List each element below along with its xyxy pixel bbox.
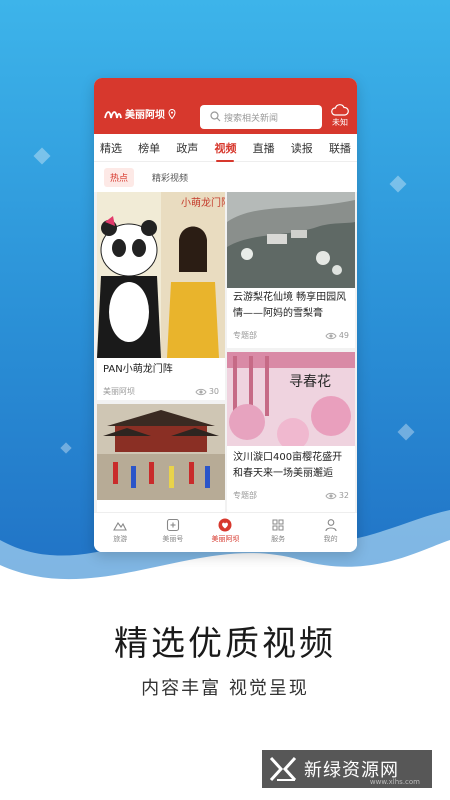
video-thumbnail: 小萌龙门阵	[97, 192, 225, 358]
subtab-featured-video[interactable]: 精彩视频	[146, 168, 194, 187]
watermark-logo-icon	[269, 756, 297, 782]
video-title: 汶川漩口400亩樱花盛开和春天来一场美丽邂逅	[233, 452, 343, 479]
video-grid: 小萌龙门阵 PAN小萌龙门阵 美丽阿坝 30 云游梨花仙境	[94, 192, 357, 512]
nav-profile[interactable]: 我的	[304, 513, 357, 552]
video-title: PAN小萌龙门阵	[103, 364, 173, 375]
nav-label: 我的	[323, 535, 338, 543]
view-count-wrap: 49	[325, 331, 349, 340]
view-count: 32	[338, 491, 349, 500]
grid-icon	[272, 519, 284, 531]
nav-label: 旅游	[113, 535, 128, 543]
user-icon	[325, 519, 337, 532]
view-count-wrap: 30	[195, 387, 219, 396]
tab-zhengsheng[interactable]: 政声	[176, 140, 198, 156]
phone-mockup: 美丽阿坝 搜索相关新闻 未知 精选 榜单 政声 视频 直播 读报 联播 热点 精…	[94, 78, 357, 552]
nav-label: 美丽号	[162, 535, 184, 543]
tab-lianbo[interactable]: 联播	[329, 140, 351, 156]
video-source: 专题部	[233, 491, 257, 500]
thumbnail-caption: 寻春花	[289, 374, 331, 390]
video-title: 云游梨花仙境 畅享田园风情——阿妈的雪梨膏	[233, 292, 347, 319]
nav-service[interactable]: 服务	[252, 513, 305, 552]
view-count: 30	[208, 387, 219, 396]
weather-widget[interactable]: 未知	[329, 103, 351, 128]
weather-label: 未知	[332, 118, 348, 127]
watermark-url: www.xlhs.com	[369, 778, 420, 786]
video-card[interactable]: 小萌龙门阵 PAN小萌龙门阵 美丽阿坝 30	[97, 192, 225, 400]
tab-live[interactable]: 直播	[253, 140, 275, 156]
thumbnail-caption: 小萌龙门阵	[181, 196, 225, 209]
nav-label: 服务	[271, 535, 286, 543]
video-meta: 美丽阿坝 30	[103, 386, 219, 397]
video-thumbnail: 寻春花	[227, 352, 355, 446]
video-source: 美丽阿坝	[103, 387, 135, 396]
search-icon	[210, 111, 221, 122]
mountain-icon	[113, 522, 128, 531]
app-logo[interactable]: 美丽阿坝	[104, 106, 176, 121]
tab-dubao[interactable]: 读报	[291, 140, 313, 156]
brand-logo-icon	[104, 110, 122, 118]
nav-tourism[interactable]: 旅游	[94, 513, 147, 552]
video-card[interactable]	[97, 404, 225, 512]
tab-bangdan[interactable]: 榜单	[138, 140, 160, 156]
cloud-icon	[331, 104, 349, 116]
video-subtabs: 热点 精彩视频	[94, 162, 357, 192]
brand-name: 美丽阿坝	[125, 110, 165, 121]
channel-tabs: 精选 榜单 政声 视频 直播 读报 联播	[94, 134, 357, 162]
subtab-hot[interactable]: 热点	[104, 167, 135, 187]
video-source: 专题部	[233, 331, 257, 340]
tab-jingxuan[interactable]: 精选	[100, 140, 122, 156]
location-pin-icon[interactable]	[168, 108, 176, 119]
view-count: 49	[338, 331, 349, 340]
search-placeholder: 搜索相关新闻	[224, 113, 279, 124]
video-card[interactable]: 寻春花 汶川漩口400亩樱花盛开和春天来一场美丽邂逅 专题部 32	[227, 352, 355, 512]
video-thumbnail	[227, 192, 355, 288]
app-header: 美丽阿坝 搜索相关新闻 未知	[94, 78, 357, 134]
nav-home[interactable]: 美丽阿坝	[199, 513, 252, 552]
view-count-wrap: 32	[325, 491, 349, 500]
video-meta: 专题部 49	[233, 330, 349, 341]
plus-square-icon	[166, 518, 179, 532]
tab-video[interactable]: 视频	[214, 140, 236, 162]
bottom-navigation: 旅游 美丽号 美丽阿坝 服务 我的	[94, 512, 357, 552]
promo-subheadline: 内容丰富 视觉呈现	[141, 678, 309, 699]
nav-meilihao[interactable]: 美丽号	[147, 513, 200, 552]
nav-label: 美丽阿坝	[211, 535, 240, 543]
eye-icon	[325, 332, 337, 339]
eye-icon	[195, 388, 207, 395]
eye-icon	[325, 492, 337, 499]
promo-headline: 精选优质视频	[114, 624, 336, 664]
video-card[interactable]: 云游梨花仙境 畅享田园风情——阿妈的雪梨膏 专题部 49	[227, 192, 355, 348]
watermark: 新绿资源网 www.xlhs.com	[262, 750, 432, 788]
search-input[interactable]: 搜索相关新闻	[200, 105, 322, 129]
video-thumbnail	[97, 404, 225, 500]
video-meta: 专题部 32	[233, 490, 349, 501]
heart-icon	[218, 518, 232, 532]
